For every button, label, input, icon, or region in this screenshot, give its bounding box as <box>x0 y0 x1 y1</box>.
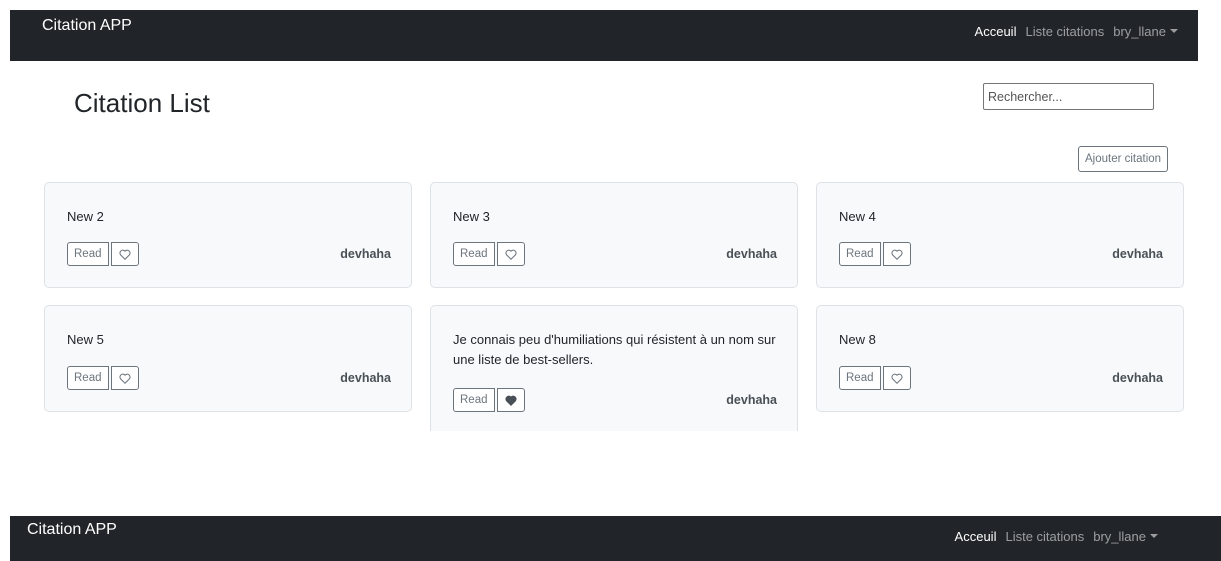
author-name: devhaha <box>340 371 391 385</box>
author-name: devhaha <box>1112 371 1163 385</box>
like-button[interactable] <box>882 366 911 390</box>
like-button[interactable] <box>110 242 139 266</box>
user-name: bry_llane <box>1093 529 1146 544</box>
author-name: devhaha <box>726 247 777 261</box>
nav-link-liste-citations[interactable]: Liste citations <box>1025 24 1104 39</box>
heart-outline-icon <box>890 249 903 260</box>
read-button[interactable]: Read <box>67 366 109 390</box>
user-dropdown[interactable]: bry_llane <box>1113 24 1178 39</box>
citation-card: New 3 Read devhaha <box>430 182 798 288</box>
card-actions: Read <box>453 388 525 412</box>
nav-links: Acceuil Liste citations bry_llane <box>955 529 1158 544</box>
like-button[interactable] <box>496 242 525 266</box>
user-name: bry_llane <box>1113 24 1166 39</box>
nav-link-acceuil[interactable]: Acceuil <box>955 529 997 544</box>
heart-filled-icon <box>504 395 517 406</box>
brand-link[interactable]: Citation APP <box>42 17 132 35</box>
card-actions: Read <box>67 242 139 266</box>
read-button[interactable]: Read <box>453 242 495 266</box>
read-button[interactable]: Read <box>839 242 881 266</box>
heart-outline-icon <box>118 373 131 384</box>
author-name: devhaha <box>340 247 391 261</box>
user-dropdown[interactable]: bry_llane <box>1093 529 1158 544</box>
citation-text: New 2 <box>67 209 104 224</box>
bottom-navbar: Citation APP Acceuil Liste citations bry… <box>10 516 1221 561</box>
search-input[interactable] <box>983 83 1154 110</box>
author-name: devhaha <box>726 393 777 407</box>
citation-text: New 5 <box>67 332 104 347</box>
caret-down-icon <box>1170 28 1178 33</box>
read-button[interactable]: Read <box>453 388 495 412</box>
card-actions: Read <box>839 366 911 390</box>
top-navbar: Citation APP Acceuil Liste citations bry… <box>10 10 1198 61</box>
caret-down-icon <box>1150 533 1158 538</box>
add-citation-button[interactable]: Ajouter citation <box>1078 146 1169 172</box>
like-button[interactable] <box>496 388 525 412</box>
citation-text: New 8 <box>839 332 876 347</box>
read-button[interactable]: Read <box>839 366 881 390</box>
citation-text: New 3 <box>453 209 490 224</box>
nav-link-acceuil[interactable]: Acceuil <box>975 24 1017 39</box>
citation-text: Je connais peu d'humiliations qui résist… <box>453 332 776 367</box>
card-actions: Read <box>67 366 139 390</box>
nav-link-liste-citations[interactable]: Liste citations <box>1005 529 1084 544</box>
citation-card: Je connais peu d'humiliations qui résist… <box>430 305 798 431</box>
nav-links: Acceuil Liste citations bry_llane <box>975 24 1178 39</box>
citation-text: New 4 <box>839 209 876 224</box>
like-button[interactable] <box>110 366 139 390</box>
citation-card: New 8 Read devhaha <box>816 305 1184 412</box>
heart-outline-icon <box>504 249 517 260</box>
card-actions: Read <box>839 242 911 266</box>
heart-outline-icon <box>890 373 903 384</box>
read-button[interactable]: Read <box>67 242 109 266</box>
heart-outline-icon <box>118 249 131 260</box>
card-actions: Read <box>453 242 525 266</box>
page-title: Citation List <box>74 88 210 118</box>
brand-link[interactable]: Citation APP <box>27 521 117 539</box>
author-name: devhaha <box>1112 247 1163 261</box>
citation-card: New 5 Read devhaha <box>44 305 412 412</box>
citation-card: New 4 Read devhaha <box>816 182 1184 288</box>
citation-card: New 2 Read devhaha <box>44 182 412 288</box>
like-button[interactable] <box>882 242 911 266</box>
